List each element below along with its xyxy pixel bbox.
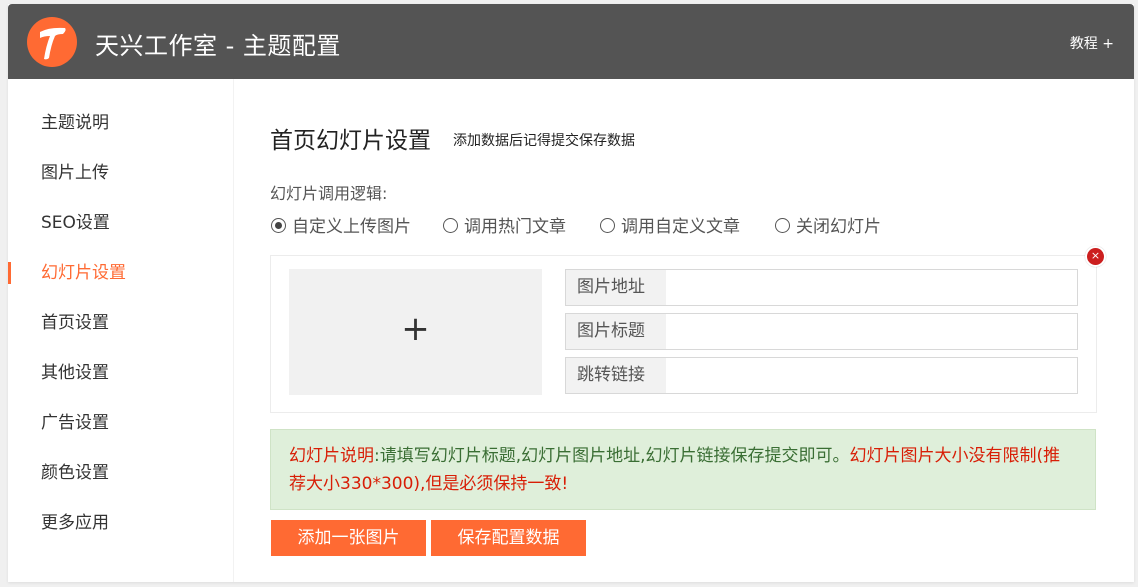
save-config-button[interactable]: 保存配置数据 xyxy=(431,520,586,556)
main-content: 首页幻灯片设置 添加数据后记得提交保存数据 幻灯片调用逻辑: 自定义上传图片 调… xyxy=(234,79,1134,582)
link-url-field: 跳转链接 xyxy=(565,357,1078,394)
image-url-input[interactable] xyxy=(666,270,1077,305)
logo-mark-icon xyxy=(40,27,66,60)
sidebar-item-homepage[interactable]: 首页设置 xyxy=(8,308,234,338)
notice-lead: 幻灯片说明 xyxy=(289,446,374,466)
sidebar-item-image-upload[interactable]: 图片上传 xyxy=(8,158,234,188)
app-title: 天兴工作室 - 主题配置 xyxy=(95,32,341,60)
page-title: 首页幻灯片设置 xyxy=(270,128,431,154)
radio-custom-upload[interactable]: 自定义上传图片 xyxy=(271,212,411,237)
slide-item-card: + 图片地址 图片标题 跳转链接 xyxy=(270,255,1097,413)
sidebar: 主题说明 图片上传 SEO设置 幻灯片设置 首页设置 其他设置 广告设置 颜色设… xyxy=(8,79,234,582)
sidebar-item-seo[interactable]: SEO设置 xyxy=(8,208,234,238)
field-label: 图片标题 xyxy=(566,314,666,349)
tutorial-menu[interactable]: 教程 + xyxy=(1070,33,1114,53)
radio-unchecked-icon xyxy=(443,218,458,233)
radio-label: 调用热门文章 xyxy=(464,217,566,237)
field-label: 跳转链接 xyxy=(566,358,666,393)
link-url-input[interactable] xyxy=(666,358,1077,393)
radio-hot-articles[interactable]: 调用热门文章 xyxy=(443,212,566,237)
top-bar: 天兴工作室 - 主题配置 教程 + xyxy=(8,4,1134,79)
add-image-button[interactable]: 添加一张图片 xyxy=(271,520,426,556)
sidebar-item-theme-info[interactable]: 主题说明 xyxy=(8,108,234,138)
plus-icon: + xyxy=(401,309,430,349)
notice-body: :请填写幻灯片标题,幻灯片图片地址,幻灯片链接保存提交即可。 xyxy=(374,446,850,466)
radio-custom-articles[interactable]: 调用自定义文章 xyxy=(600,212,740,237)
field-label: 图片地址 xyxy=(566,270,666,305)
radio-label: 自定义上传图片 xyxy=(292,217,411,237)
page-subtitle: 添加数据后记得提交保存数据 xyxy=(453,133,635,149)
image-url-field: 图片地址 xyxy=(565,269,1078,306)
sidebar-item-other[interactable]: 其他设置 xyxy=(8,358,234,388)
radio-checked-icon xyxy=(271,218,286,233)
radio-disable-slideshow[interactable]: 关闭幻灯片 xyxy=(775,212,881,237)
logo xyxy=(27,17,77,67)
image-title-field: 图片标题 xyxy=(565,313,1078,350)
radio-label: 关闭幻灯片 xyxy=(796,217,881,237)
sidebar-item-more-apps[interactable]: 更多应用 xyxy=(8,508,234,538)
sidebar-item-slideshow[interactable]: 幻灯片设置 xyxy=(8,258,234,288)
slideshow-notice: 幻灯片说明:请填写幻灯片标题,幻灯片图片地址,幻灯片链接保存提交即可。幻灯片图片… xyxy=(270,429,1096,510)
slideshow-logic-label: 幻灯片调用逻辑: xyxy=(270,184,388,203)
remove-slide-icon[interactable]: × xyxy=(1085,246,1106,267)
image-title-input[interactable] xyxy=(666,314,1077,349)
radio-unchecked-icon xyxy=(775,218,790,233)
sidebar-item-ads[interactable]: 广告设置 xyxy=(8,408,234,438)
radio-unchecked-icon xyxy=(600,218,615,233)
image-upload-area[interactable]: + xyxy=(289,269,542,395)
radio-label: 调用自定义文章 xyxy=(621,217,740,237)
sidebar-item-colors[interactable]: 颜色设置 xyxy=(8,458,234,488)
app-window: 天兴工作室 - 主题配置 教程 + 主题说明 图片上传 SEO设置 幻灯片设置 … xyxy=(8,4,1134,582)
